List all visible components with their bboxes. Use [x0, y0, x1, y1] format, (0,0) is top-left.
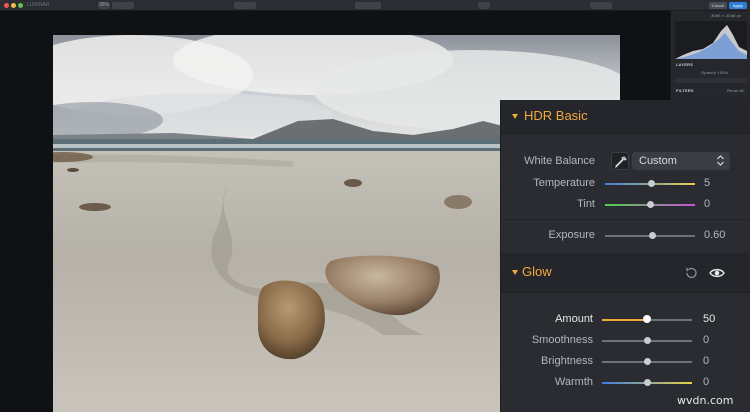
- white-balance-label: White Balance: [524, 155, 595, 167]
- compare-toggle[interactable]: [234, 2, 256, 9]
- white-balance-picker-button[interactable]: [611, 152, 629, 170]
- eye-icon[interactable]: [709, 265, 725, 281]
- top-toolbar: LUMINAR 36% Cancel Apply: [0, 0, 750, 11]
- exposure-label: Exposure: [548, 229, 595, 241]
- view-options-button[interactable]: [112, 2, 134, 9]
- minimize-window-button[interactable]: [11, 3, 16, 8]
- chevron-updown-icon: [717, 155, 724, 166]
- cancel-button[interactable]: Cancel: [709, 2, 727, 9]
- amount-value: 50: [703, 313, 716, 325]
- panel-toggle[interactable]: [590, 2, 612, 9]
- exposure-value: 0.60: [704, 229, 726, 241]
- app-title: LUMINAR: [27, 2, 50, 8]
- section-divider: [501, 219, 750, 220]
- zoom-window-button[interactable]: [18, 3, 23, 8]
- crop-button[interactable]: [478, 2, 490, 9]
- close-window-button[interactable]: [4, 3, 9, 8]
- smoothness-label: Smoothness: [531, 334, 593, 346]
- image-info: 3066 × 2048 px: [711, 13, 742, 18]
- hdr-basic-title: HDR Basic: [524, 108, 588, 123]
- glow-header[interactable]: Glow: [501, 253, 750, 293]
- warmth-value: 0: [703, 376, 710, 388]
- opacity-label: Opacity 100%: [701, 70, 729, 75]
- brightness-label: Brightness: [541, 355, 593, 367]
- collapse-chevron-icon[interactable]: [512, 114, 518, 119]
- eyedropper-icon: [615, 156, 627, 169]
- tint-value: 0: [704, 198, 711, 210]
- watermark-text: wvdn.com: [677, 394, 734, 407]
- zoom-level[interactable]: 36%: [98, 2, 110, 9]
- amount-slider-handle[interactable]: [643, 315, 651, 323]
- histogram: [675, 21, 747, 59]
- hdr-basic-header[interactable]: HDR Basic: [501, 100, 750, 134]
- exposure-slider-handle[interactable]: [649, 232, 657, 239]
- collapse-chevron-icon[interactable]: [512, 270, 518, 275]
- warmth-slider-handle[interactable]: [643, 379, 651, 386]
- reset-icon[interactable]: [683, 265, 699, 281]
- tint-slider-handle[interactable]: [646, 201, 654, 208]
- undo-redo-buttons[interactable]: [355, 2, 381, 9]
- app-window: LUMINAR 36% Cancel Apply 3066 × 2048 px …: [0, 0, 750, 412]
- temperature-label: Temperature: [533, 177, 595, 189]
- glow-title: Glow: [522, 264, 552, 279]
- white-balance-select[interactable]: Custom: [632, 152, 730, 170]
- layer-row[interactable]: [675, 78, 747, 83]
- brightness-slider-handle[interactable]: [643, 358, 651, 365]
- tint-label: Tint: [577, 198, 595, 210]
- warmth-label: Warmth: [554, 376, 593, 388]
- smoothness-slider-handle[interactable]: [643, 337, 651, 344]
- brightness-value: 0: [703, 355, 710, 367]
- temperature-value: 5: [704, 177, 711, 189]
- white-balance-value: Custom: [639, 155, 677, 167]
- filters-label: FILTERS: [676, 88, 694, 93]
- smoothness-value: 0: [703, 334, 710, 346]
- apply-button[interactable]: Apply: [729, 2, 747, 9]
- amount-label: Amount: [555, 313, 593, 325]
- reset-all-button[interactable]: Reset All: [727, 88, 745, 93]
- layers-label: LAYERS: [676, 62, 694, 67]
- temperature-slider-handle[interactable]: [648, 180, 656, 187]
- filter-panel: HDR Basic White Balance Custom Temperatu…: [500, 100, 750, 412]
